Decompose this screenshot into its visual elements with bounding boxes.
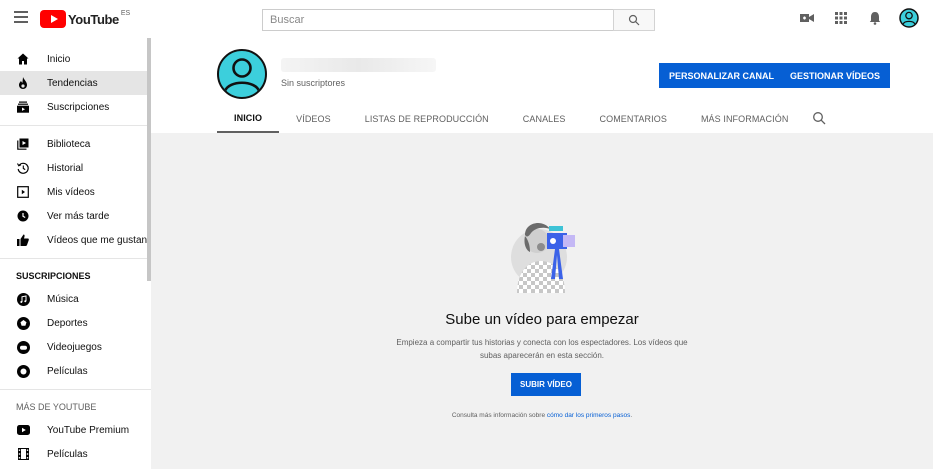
tab-videos[interactable]: VÍDEOS <box>279 104 348 133</box>
sidebar-item-suscripciones[interactable]: Suscripciones <box>0 95 151 119</box>
gaming-icon <box>16 340 30 354</box>
tab-inicio[interactable]: INICIO <box>217 104 280 133</box>
tab-comments[interactable]: COMENTARIOS <box>583 104 684 133</box>
my-videos-icon <box>16 185 30 199</box>
apps-grid-icon <box>835 12 847 24</box>
apps-button[interactable] <box>831 8 851 28</box>
subscriptions-icon <box>16 100 30 114</box>
sidebar-heading-more: MÁS DE YOUTUBE <box>16 402 97 412</box>
account-avatar-button[interactable] <box>899 8 919 28</box>
sidebar-item-label: Vídeos que me gustan <box>47 234 148 246</box>
channel-avatar-icon <box>223 58 261 92</box>
sidebar-divider <box>0 125 151 126</box>
watch-later-icon <box>16 209 30 223</box>
empty-state: Sube un vídeo para empezar Empieza a com… <box>151 133 933 469</box>
search-bar <box>262 9 655 31</box>
history-icon <box>16 161 30 175</box>
sidebar-heading-subscriptions: SUSCRIPCIONES <box>16 271 91 281</box>
account-avatar-icon <box>899 8 919 28</box>
channel-name-blurred <box>281 58 436 72</box>
sidebar-item-label: Suscripciones <box>47 101 110 113</box>
sidebar-item-mis-videos[interactable]: Mis vídeos <box>0 180 151 204</box>
search-button[interactable] <box>613 9 655 31</box>
sidebar-item-label: Música <box>47 293 79 305</box>
channel-tabs: INICIO VÍDEOS LISTAS DE REPRODUCCIÓN CAN… <box>217 104 805 133</box>
sidebar: Inicio Tendencias Suscripciones Bibliote… <box>0 38 151 469</box>
empty-state-title: Sube un vídeo para empezar <box>445 311 639 328</box>
sidebar-item-label: Tendencias <box>47 77 98 89</box>
customize-channel-button[interactable]: PERSONALIZAR CANAL <box>659 63 784 88</box>
sports-icon <box>16 316 30 330</box>
videographer-illustration <box>511 223 575 293</box>
sidebar-item-historial[interactable]: Historial <box>0 156 151 180</box>
sidebar-item-videos-que-me-gustan[interactable]: Vídeos que me gustan <box>0 228 151 252</box>
sidebar-item-ver-mas-tarde[interactable]: Ver más tarde <box>0 204 151 228</box>
tab-about[interactable]: MÁS INFORMACIÓN <box>684 104 806 133</box>
sidebar-item-label: Videojuegos <box>47 341 102 353</box>
sidebar-item-tendencias[interactable]: Tendencias <box>0 71 151 95</box>
top-bar: YouTube ES <box>0 0 933 38</box>
youtube-play-icon <box>40 10 66 28</box>
help-text: Consulta más información sobre cómo dar … <box>151 412 933 419</box>
sidebar-item-musica[interactable]: Música <box>0 287 151 311</box>
upload-video-button[interactable]: SUBIR VÍDEO <box>511 373 581 396</box>
search-input[interactable] <box>262 9 613 31</box>
sidebar-item-inicio[interactable]: Inicio <box>0 47 151 71</box>
help-text-prefix: Consulta más información sobre <box>451 412 546 419</box>
flame-icon <box>16 76 30 90</box>
sidebar-item-label: Películas <box>47 365 88 377</box>
sidebar-item-label: Historial <box>47 162 84 174</box>
getting-started-link[interactable]: cómo dar los primeros pasos <box>547 412 630 419</box>
logo-text: YouTube <box>68 11 119 27</box>
logo-region: ES <box>120 10 131 17</box>
sidebar-divider <box>0 389 151 390</box>
sidebar-item-peliculas[interactable]: Películas <box>0 359 151 383</box>
sidebar-item-youtube-premium[interactable]: YouTube Premium <box>0 418 151 442</box>
home-icon <box>16 52 30 66</box>
music-icon <box>16 292 30 306</box>
thumbs-up-icon <box>16 233 30 247</box>
sidebar-item-label: Deportes <box>47 317 88 329</box>
bell-icon <box>869 12 881 25</box>
youtube-premium-icon <box>16 423 30 437</box>
create-video-button[interactable] <box>797 8 817 28</box>
film-icon <box>16 447 30 461</box>
sidebar-item-label: YouTube Premium <box>47 424 130 436</box>
tab-channels[interactable]: CANALES <box>506 104 583 133</box>
sidebar-divider <box>0 258 151 259</box>
library-icon <box>16 137 30 151</box>
sidebar-item-deportes[interactable]: Deportes <box>0 311 151 335</box>
sidebar-item-label: Mis vídeos <box>47 186 95 198</box>
tab-playlists[interactable]: LISTAS DE REPRODUCCIÓN <box>348 104 506 133</box>
notifications-button[interactable] <box>865 8 885 28</box>
sidebar-item-label: Ver más tarde <box>47 210 110 222</box>
sidebar-item-biblioteca[interactable]: Biblioteca <box>0 132 151 156</box>
youtube-logo[interactable]: YouTube ES <box>40 9 130 29</box>
help-text-suffix: . <box>630 412 633 419</box>
channel-search-icon[interactable] <box>812 111 826 125</box>
sidebar-item-label: Inicio <box>47 53 71 65</box>
empty-state-description: Empieza a compartir tus historias y cone… <box>396 338 688 360</box>
channel-page: Sin suscriptores PERSONALIZAR CANAL GEST… <box>151 38 933 469</box>
manage-videos-button[interactable]: GESTIONAR VÍDEOS <box>780 63 891 88</box>
top-actions <box>797 8 919 28</box>
video-camera-plus-icon <box>800 14 814 22</box>
search-icon <box>628 14 640 26</box>
movies-icon <box>16 364 30 378</box>
subscriber-count: Sin suscriptores <box>281 78 346 88</box>
sidebar-item-label: Biblioteca <box>47 138 91 150</box>
sidebar-item-videojuegos[interactable]: Videojuegos <box>0 335 151 359</box>
channel-header: Sin suscriptores PERSONALIZAR CANAL GEST… <box>151 38 933 133</box>
sidebar-item-peliculas-premium[interactable]: Películas <box>0 442 151 466</box>
menu-icon[interactable] <box>14 11 28 25</box>
channel-avatar[interactable] <box>217 49 267 99</box>
sidebar-item-label: Películas <box>47 448 88 460</box>
